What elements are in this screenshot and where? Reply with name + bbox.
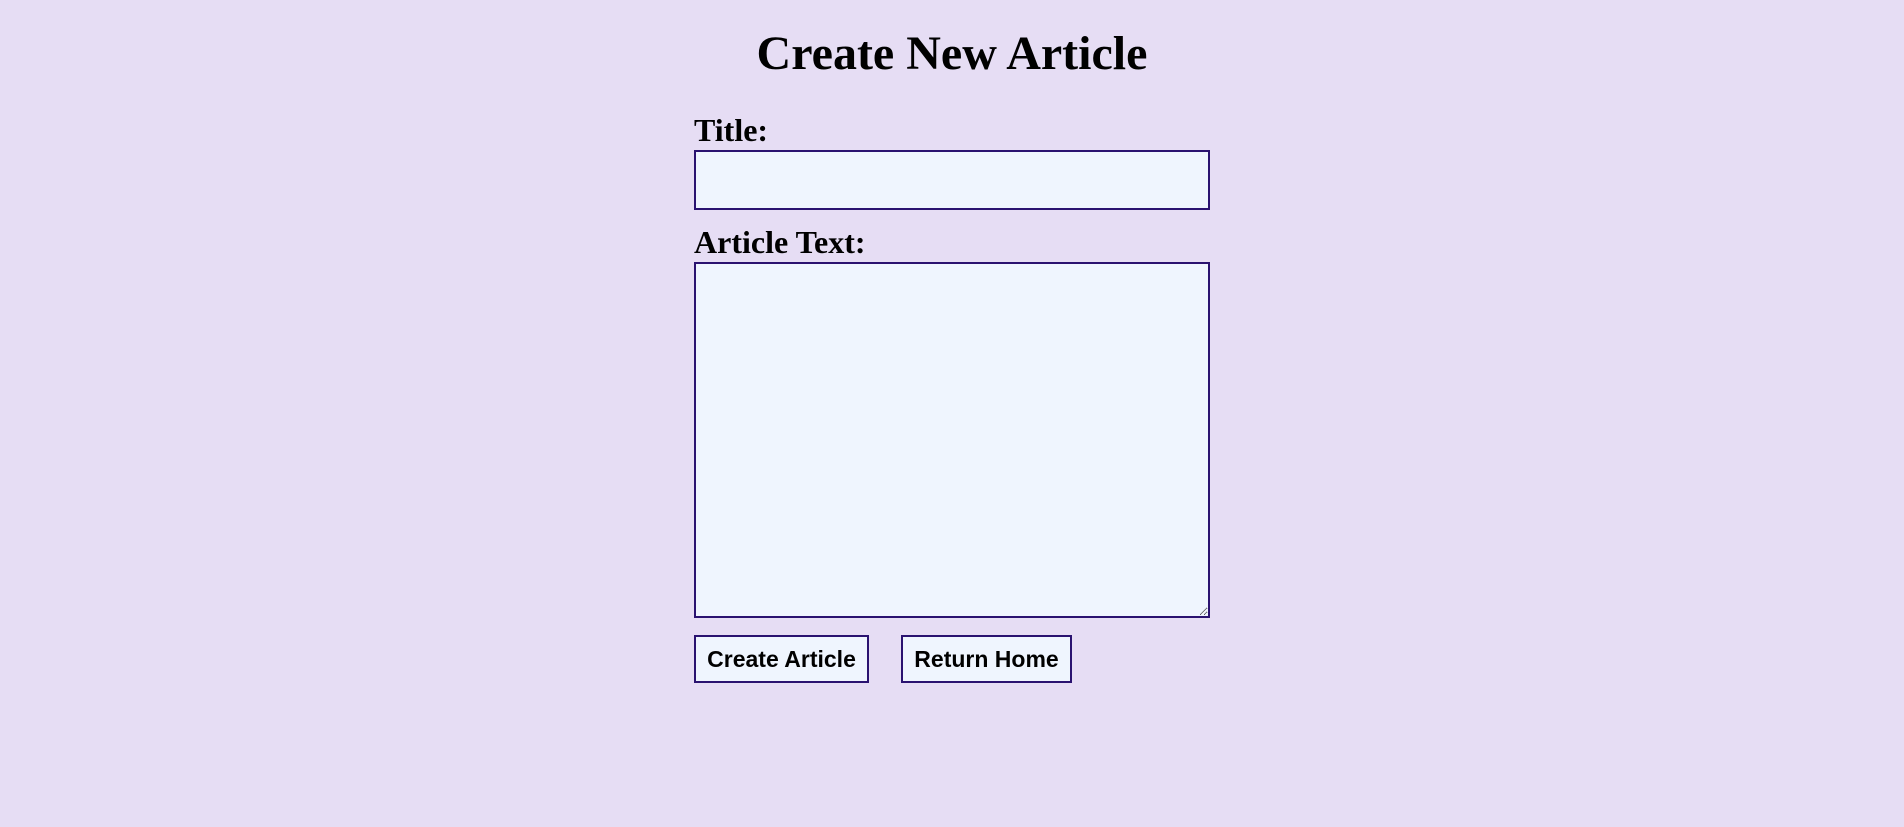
page-title: Create New Article <box>756 27 1148 80</box>
create-article-button[interactable]: Create Article <box>694 635 869 683</box>
title-label: Title: <box>694 112 769 148</box>
title-input[interactable] <box>694 150 1210 210</box>
create-article-form: Title: Article Text: <box>694 110 1210 618</box>
article-text-input[interactable] <box>694 262 1210 618</box>
article-text-label: Article Text: <box>694 224 866 260</box>
return-home-button[interactable]: Return Home <box>901 635 1072 683</box>
